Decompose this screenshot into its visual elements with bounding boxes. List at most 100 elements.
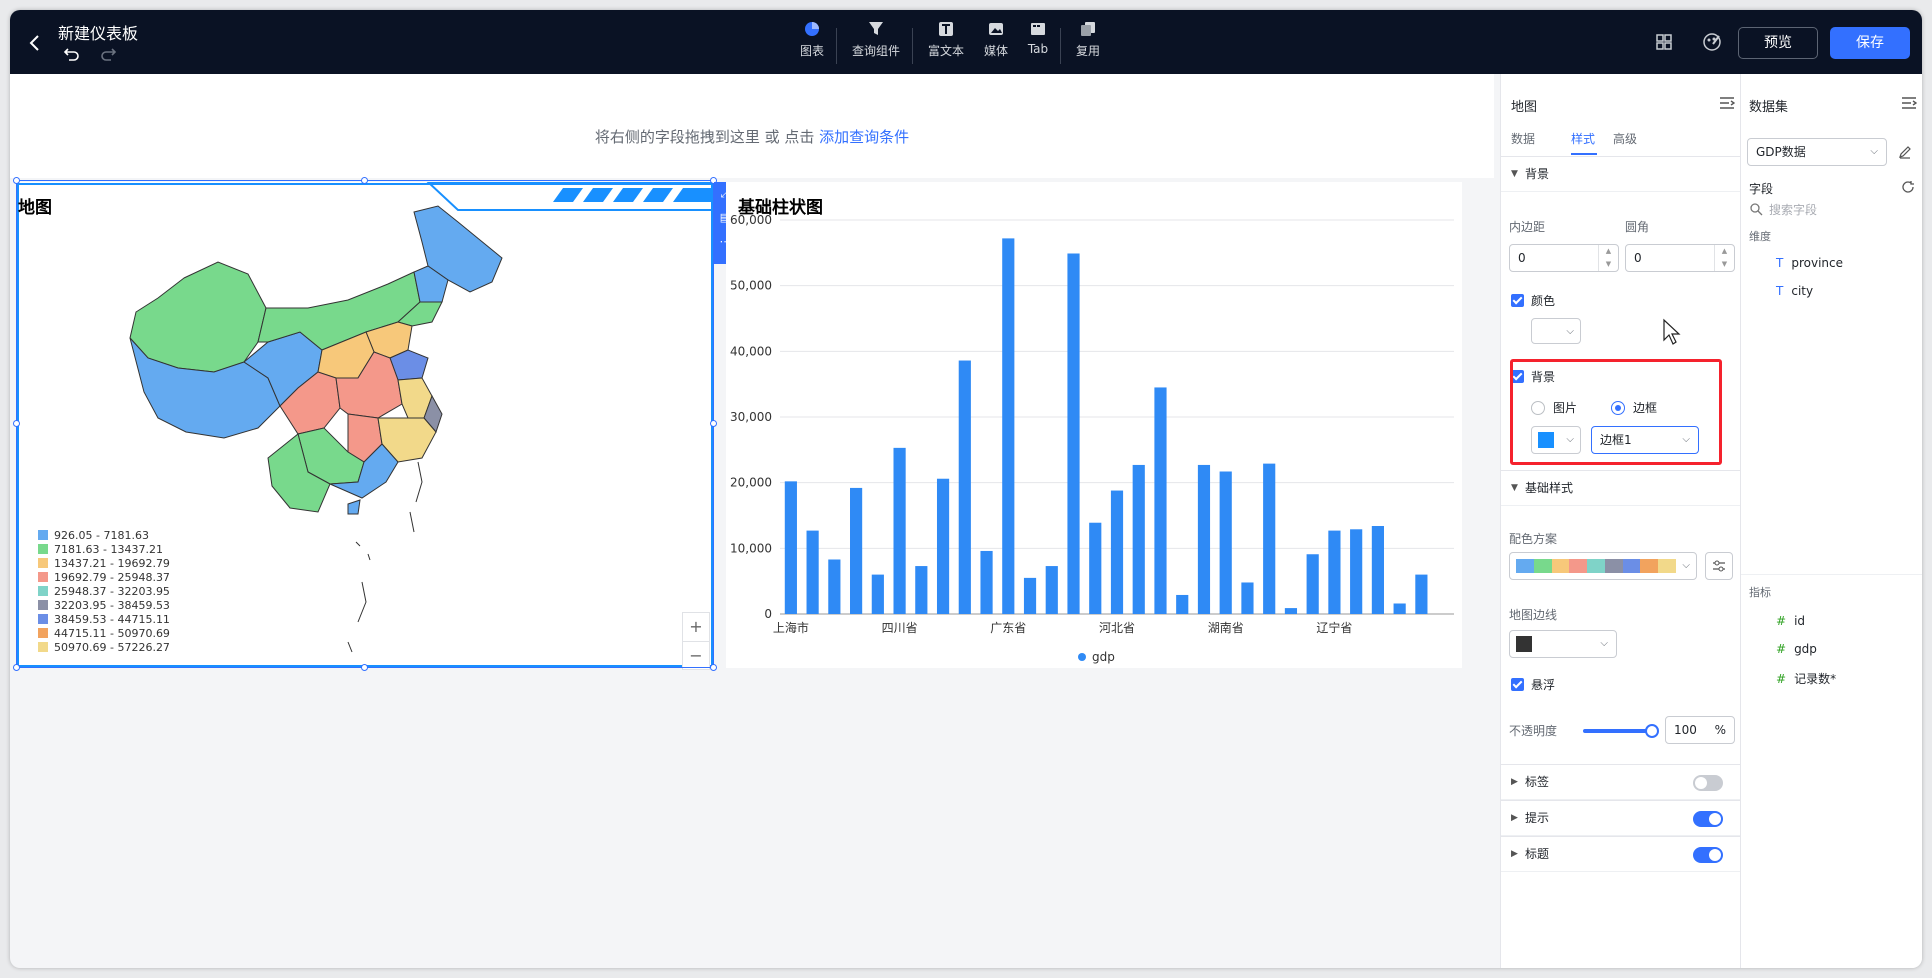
- color-scheme-select[interactable]: ⌵: [1509, 552, 1697, 580]
- stepper-icon[interactable]: ▲ ▼: [1598, 245, 1618, 271]
- bar[interactable]: [1306, 554, 1319, 614]
- bar[interactable]: [1415, 574, 1428, 614]
- field-id[interactable]: # id: [1776, 614, 1805, 628]
- scheme-settings-button[interactable]: [1705, 552, 1733, 580]
- resize-handle[interactable]: [13, 177, 20, 184]
- section-basic-style[interactable]: ▼ 基础样式: [1501, 470, 1741, 506]
- bar[interactable]: [915, 566, 928, 614]
- opacity-input[interactable]: 100 %: [1665, 716, 1735, 744]
- float-checkbox[interactable]: [1511, 678, 1524, 691]
- query-drop-area[interactable]: 将右侧的字段拖拽到这里 或 点击 添加查询条件: [10, 74, 1494, 178]
- tool-query[interactable]: 查询组件: [848, 20, 904, 68]
- radio-image[interactable]: [1531, 401, 1545, 415]
- opacity-slider-handle[interactable]: [1645, 724, 1659, 738]
- bar[interactable]: [1132, 464, 1145, 614]
- undo-icon[interactable]: [62, 44, 82, 64]
- bar[interactable]: [1023, 577, 1037, 614]
- tab-style[interactable]: 样式: [1571, 130, 1595, 147]
- section-background[interactable]: ▼ 背景: [1501, 156, 1741, 192]
- bar[interactable]: [1328, 530, 1341, 614]
- radio-border[interactable]: [1611, 401, 1625, 415]
- preview-button[interactable]: 预览: [1738, 27, 1818, 59]
- section-label[interactable]: ▶ 标签: [1501, 764, 1741, 800]
- legend-item[interactable]: 32203.95 - 38459.53: [38, 598, 170, 612]
- bar[interactable]: [1371, 526, 1384, 614]
- back-arrow-icon[interactable]: [24, 32, 46, 54]
- save-button[interactable]: 保存: [1830, 27, 1910, 59]
- add-query-link[interactable]: 添加查询条件: [819, 128, 909, 146]
- bar[interactable]: [1154, 387, 1167, 614]
- bar[interactable]: [1067, 253, 1080, 614]
- redo-icon[interactable]: [98, 44, 118, 64]
- bar[interactable]: [980, 550, 993, 614]
- collapse-panel-icon[interactable]: [1719, 96, 1735, 110]
- field-province[interactable]: Tprovince: [1776, 256, 1843, 270]
- tooltip-toggle[interactable]: [1693, 811, 1723, 827]
- zoom-in-button[interactable]: +: [683, 613, 709, 641]
- label-toggle[interactable]: [1693, 775, 1723, 791]
- legend-item[interactable]: 25948.37 - 32203.95: [38, 584, 170, 598]
- resize-handle[interactable]: [710, 420, 717, 427]
- title-toggle[interactable]: [1693, 847, 1723, 863]
- legend-item[interactable]: 19692.79 - 25948.37: [38, 570, 170, 584]
- legend-item[interactable]: 38459.53 - 44715.11: [38, 612, 170, 626]
- padding-input[interactable]: 0 ▲ ▼: [1509, 244, 1619, 272]
- radius-input[interactable]: 0 ▲ ▼: [1625, 244, 1735, 272]
- bar[interactable]: [1176, 594, 1189, 614]
- layout-icon[interactable]: [1652, 30, 1676, 54]
- bar[interactable]: [850, 487, 863, 614]
- bar[interactable]: [893, 447, 906, 614]
- tool-chart[interactable]: 图表: [792, 20, 832, 68]
- bar[interactable]: [1350, 529, 1363, 614]
- bar[interactable]: [1284, 608, 1298, 614]
- legend-item[interactable]: 13437.21 - 19692.79: [38, 556, 170, 570]
- field-gdp[interactable]: # gdp: [1776, 642, 1817, 656]
- section-tooltip[interactable]: ▶ 提示: [1501, 800, 1741, 836]
- resize-handle[interactable]: [13, 664, 20, 671]
- bar[interactable]: [1263, 463, 1276, 614]
- legend-item[interactable]: 7181.63 - 13437.21: [38, 542, 170, 556]
- tab-data[interactable]: 数据: [1511, 130, 1535, 147]
- tool-richtext[interactable]: 富文本: [924, 20, 968, 68]
- bar[interactable]: [784, 481, 797, 614]
- bar[interactable]: [958, 360, 971, 614]
- bar[interactable]: [1045, 566, 1058, 614]
- resize-handle[interactable]: [710, 664, 717, 671]
- color-checkbox[interactable]: [1511, 294, 1524, 307]
- map-border-color-picker[interactable]: ⌵: [1509, 630, 1617, 658]
- bar-chart-card[interactable]: 0 10,000 20,000 30,000 40,000 50,000 60,000 上海市…: [726, 182, 1462, 668]
- opacity-slider[interactable]: [1583, 729, 1653, 733]
- tool-media[interactable]: 媒体: [976, 20, 1016, 68]
- theme-palette-icon[interactable]: [1700, 30, 1724, 54]
- resize-handle[interactable]: [13, 420, 20, 427]
- legend-item[interactable]: 926.05 - 7181.63: [38, 528, 170, 542]
- section-title[interactable]: ▶ 标题: [1501, 836, 1741, 872]
- bar[interactable]: [871, 574, 884, 614]
- bar[interactable]: [806, 530, 819, 614]
- field-search-input[interactable]: 搜索字段: [1769, 201, 1817, 218]
- dashboard-title[interactable]: 新建仪表板: [58, 20, 138, 44]
- tool-tab[interactable]: Tab: [1022, 20, 1054, 68]
- border-style-select[interactable]: 边框1 ⌵: [1591, 426, 1699, 454]
- field-record-count[interactable]: # 记录数*: [1776, 670, 1836, 687]
- bar[interactable]: [1393, 603, 1406, 614]
- legend-item[interactable]: 50970.69 - 57226.27: [38, 640, 170, 654]
- bar-chart[interactable]: 010,00020,00030,00040,00050,00060,000上海市…: [726, 182, 1462, 668]
- background-checkbox[interactable]: [1511, 370, 1524, 383]
- bar[interactable]: [936, 478, 950, 614]
- tab-advanced[interactable]: 高级: [1613, 130, 1637, 147]
- edit-icon[interactable]: [1897, 144, 1913, 160]
- bar[interactable]: [1002, 238, 1015, 614]
- bar[interactable]: [1241, 582, 1254, 614]
- border-color-picker[interactable]: ⌵: [1531, 426, 1581, 454]
- collapse-panel-icon[interactable]: [1901, 96, 1917, 110]
- resize-handle[interactable]: [361, 177, 368, 184]
- resize-handle[interactable]: [361, 664, 368, 671]
- tool-reuse[interactable]: 复用: [1072, 20, 1104, 68]
- bar[interactable]: [1110, 490, 1124, 614]
- bar[interactable]: [1219, 471, 1232, 614]
- stepper-icon[interactable]: ▲ ▼: [1714, 245, 1734, 271]
- legend-item[interactable]: 44715.11 - 50970.69: [38, 626, 170, 640]
- bar[interactable]: [1197, 464, 1211, 614]
- field-city[interactable]: Tcity: [1776, 284, 1813, 298]
